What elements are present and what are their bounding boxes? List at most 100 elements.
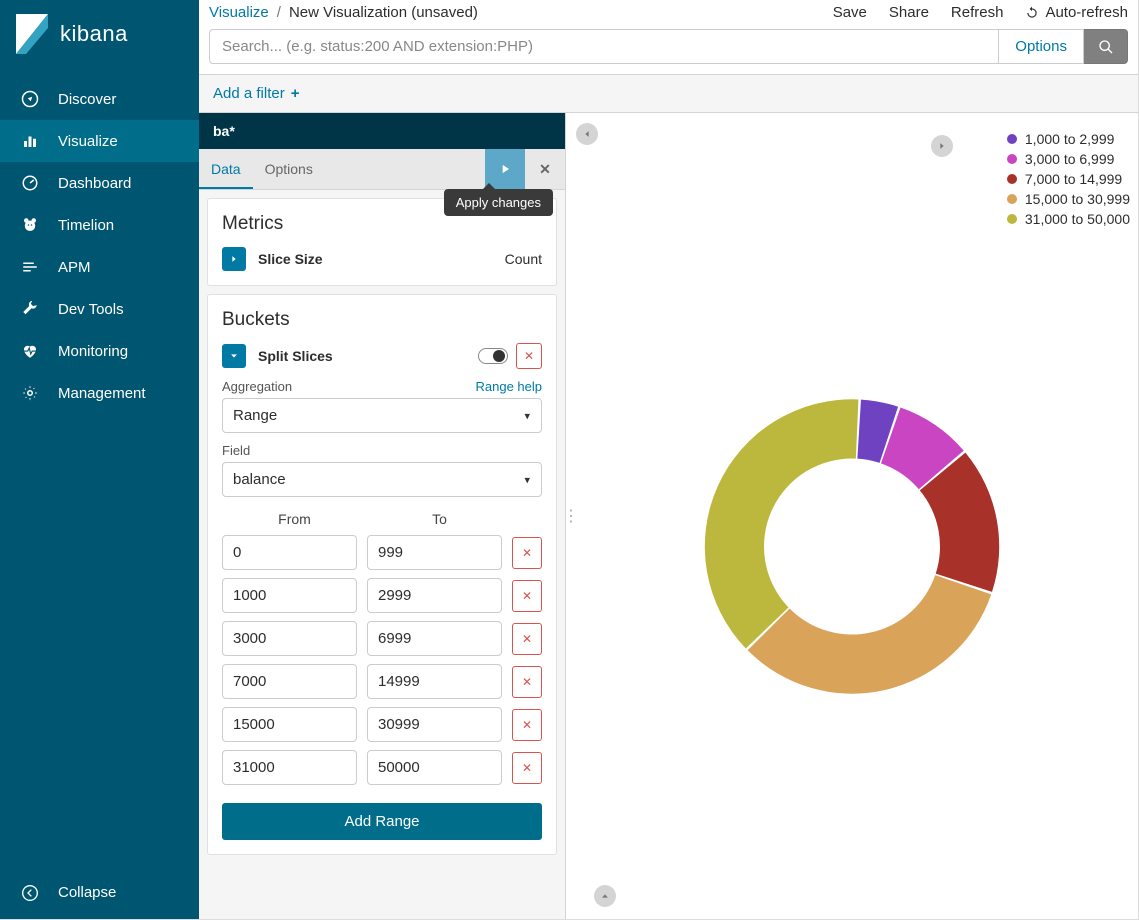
range-to-input[interactable] <box>367 750 502 785</box>
field-select[interactable]: balance <box>222 462 542 497</box>
workspace: ba* Data Options ✕ Apply changes Metr <box>199 113 1138 919</box>
to-header: To <box>367 511 512 527</box>
sidebar-item-dev-tools[interactable]: Dev Tools <box>0 288 199 330</box>
apply-tooltip: Apply changes <box>444 189 553 216</box>
legend-item[interactable]: 7,000 to 14,999 <box>989 171 1130 187</box>
expand-metric-button[interactable] <box>222 247 246 271</box>
sidebar-item-label: Timelion <box>58 217 114 234</box>
range-from-input[interactable] <box>222 664 357 699</box>
share-button[interactable]: Share <box>889 4 929 21</box>
close-icon: ✕ <box>522 546 532 560</box>
range-to-input[interactable] <box>367 707 502 742</box>
bucket-toggle[interactable] <box>478 348 508 364</box>
sidebar-item-label: Dev Tools <box>58 301 124 318</box>
config-panel: ba* Data Options ✕ Apply changes Metr <box>199 113 566 919</box>
remove-bucket-button[interactable]: ✕ <box>516 343 542 369</box>
aggregation-select[interactable]: Range <box>222 398 542 433</box>
wrench-icon <box>20 300 40 318</box>
tab-options[interactable]: Options <box>253 151 325 187</box>
sidebar-item-label: Monitoring <box>58 343 128 360</box>
breadcrumb-root[interactable]: Visualize <box>209 4 269 21</box>
play-icon <box>498 162 512 176</box>
collapse-label: Collapse <box>58 884 116 901</box>
brand: kibana <box>0 0 199 78</box>
chevron-left-icon <box>582 129 592 139</box>
sidebar-item-visualize[interactable]: Visualize <box>0 120 199 162</box>
field-label: Field <box>222 443 250 458</box>
donut-slice[interactable] <box>705 400 859 649</box>
search-submit-button[interactable] <box>1084 29 1128 64</box>
remove-range-button[interactable]: ✕ <box>512 752 542 784</box>
range-to-input[interactable] <box>367 621 502 656</box>
buckets-section: Buckets Split Slices ✕ <box>207 294 557 855</box>
search-input[interactable] <box>209 29 999 64</box>
close-icon: ✕ <box>539 161 551 178</box>
topbar: Visualize / New Visualization (unsaved) … <box>199 0 1138 75</box>
save-button[interactable]: Save <box>833 4 867 21</box>
plus-icon: + <box>291 85 300 102</box>
bucket-label: Split Slices <box>258 348 333 364</box>
range-row: ✕ <box>222 578 542 613</box>
legend-swatch <box>1007 194 1017 204</box>
discard-changes-button[interactable]: ✕ <box>525 149 565 189</box>
panel-tabs: Data Options ✕ Apply changes <box>199 149 565 190</box>
legend-item[interactable]: 31,000 to 50,000 <box>989 211 1130 227</box>
chevron-up-icon <box>600 891 610 901</box>
collapse-bucket-button[interactable] <box>222 344 246 368</box>
range-row: ✕ <box>222 535 542 570</box>
range-from-input[interactable] <box>222 707 357 742</box>
filter-bar: Add a filter + <box>199 75 1138 113</box>
legend-label: 1,000 to 2,999 <box>1025 131 1115 147</box>
lines-icon <box>20 258 40 276</box>
legend-label: 31,000 to 50,000 <box>1025 211 1130 227</box>
buckets-title: Buckets <box>222 309 542 331</box>
auto-refresh-button[interactable]: Auto-refresh <box>1025 4 1128 21</box>
close-icon: ✕ <box>522 675 532 689</box>
range-row: ✕ <box>222 664 542 699</box>
spy-panel-toggle[interactable] <box>594 885 616 907</box>
bear-icon <box>20 216 40 234</box>
range-to-input[interactable] <box>367 535 502 570</box>
range-from-input[interactable] <box>222 578 357 613</box>
legend-item[interactable]: 3,000 to 6,999 <box>989 151 1130 167</box>
bar-chart-icon <box>20 132 40 150</box>
remove-range-button[interactable]: ✕ <box>512 537 542 569</box>
visualization-area: ⋮ 1,000 to 2,999 3,000 to 6,999 7,000 to 1… <box>566 113 1138 919</box>
sidebar-collapse[interactable]: Collapse <box>0 870 199 919</box>
remove-range-button[interactable]: ✕ <box>512 666 542 698</box>
refresh-button[interactable]: Refresh <box>951 4 1004 21</box>
sidebar-item-monitoring[interactable]: Monitoring <box>0 330 199 372</box>
search-options-button[interactable]: Options <box>999 29 1084 64</box>
main-area: Visualize / New Visualization (unsaved) … <box>199 0 1138 919</box>
sidebar-item-management[interactable]: Management <box>0 372 199 414</box>
sidebar-item-discover[interactable]: Discover <box>0 78 199 120</box>
legend-item[interactable]: 1,000 to 2,999 <box>989 131 1130 147</box>
legend-collapse[interactable] <box>931 135 953 157</box>
range-to-input[interactable] <box>367 578 502 613</box>
sidebar-item-timelion[interactable]: Timelion <box>0 204 199 246</box>
range-help-link[interactable]: Range help <box>476 379 543 394</box>
range-from-input[interactable] <box>222 750 357 785</box>
add-range-button[interactable]: Add Range <box>222 803 542 840</box>
sidebar-item-label: Visualize <box>58 133 118 150</box>
sidebar-item-dashboard[interactable]: Dashboard <box>0 162 199 204</box>
close-icon: ✕ <box>524 349 534 363</box>
range-to-input[interactable] <box>367 664 502 699</box>
metric-row[interactable]: Slice Size Count <box>222 247 542 271</box>
range-from-input[interactable] <box>222 621 357 656</box>
tab-data[interactable]: Data <box>199 151 253 189</box>
donut-slice[interactable] <box>748 575 992 694</box>
sidebar-item-apm[interactable]: APM <box>0 246 199 288</box>
chevron-down-icon <box>229 351 239 361</box>
remove-range-button[interactable]: ✕ <box>512 623 542 655</box>
remove-range-button[interactable]: ✕ <box>512 580 542 612</box>
panel-collapse-left[interactable] <box>576 123 598 145</box>
panel-resize-handle[interactable]: ⋮ <box>563 506 577 526</box>
remove-range-button[interactable]: ✕ <box>512 709 542 741</box>
metric-label: Slice Size <box>258 251 323 267</box>
range-from-input[interactable] <box>222 535 357 570</box>
legend-item[interactable]: 15,000 to 30,999 <box>989 191 1130 207</box>
metric-value: Count <box>505 251 542 267</box>
add-filter-button[interactable]: Add a filter + <box>213 85 299 102</box>
legend-label: 3,000 to 6,999 <box>1025 151 1115 167</box>
